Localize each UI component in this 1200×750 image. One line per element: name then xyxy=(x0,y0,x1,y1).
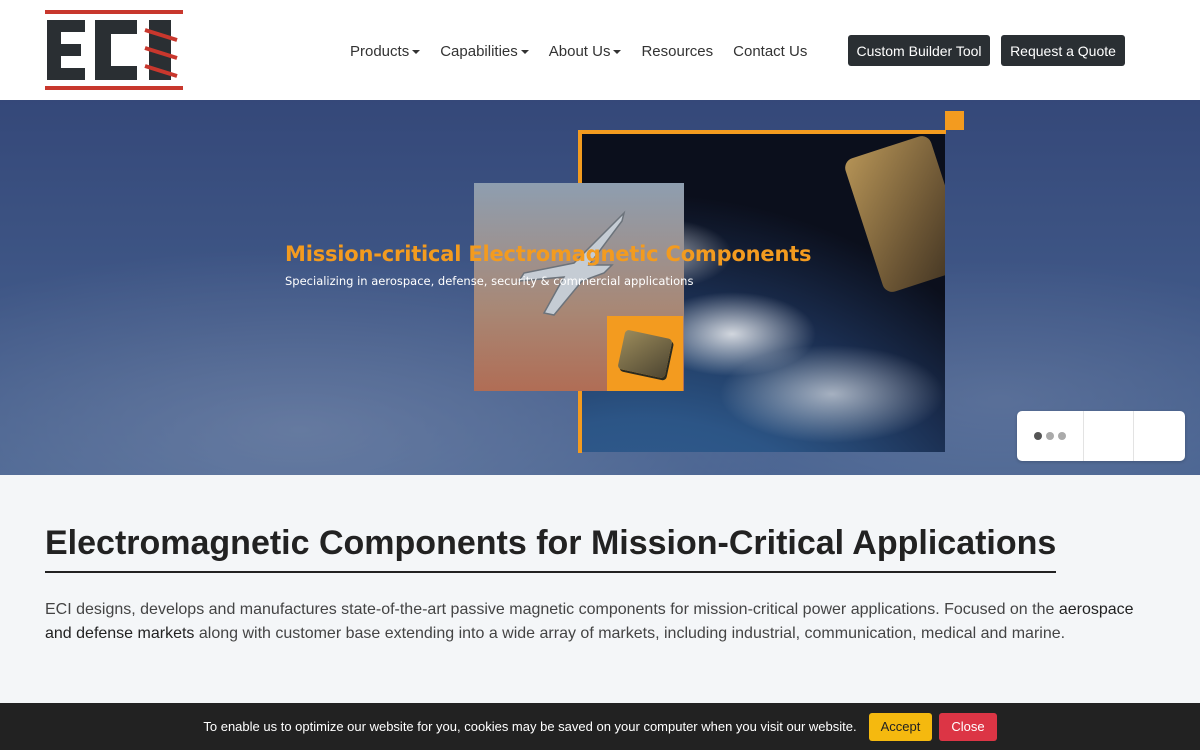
eci-logo[interactable] xyxy=(45,10,185,90)
caret-down-icon xyxy=(613,50,622,54)
custom-builder-button[interactable]: Custom Builder Tool xyxy=(848,35,990,66)
cookie-banner: To enable us to optimize our website for… xyxy=(0,703,1200,750)
slider-next-button[interactable] xyxy=(1134,411,1184,461)
cookie-close-button[interactable]: Close xyxy=(939,712,997,741)
hero-slider: Mission-critical Electromagnetic Compone… xyxy=(0,100,1200,475)
accent-square xyxy=(945,111,964,130)
site-header: Products Capabilities About Us Resources… xyxy=(0,0,1200,100)
slider-controls xyxy=(1017,411,1185,461)
slider-prev-button[interactable] xyxy=(1084,411,1134,461)
hero-subtitle: Specializing in aerospace, defense, secu… xyxy=(285,274,694,288)
nav-resources[interactable]: Resources xyxy=(641,43,713,60)
request-quote-button[interactable]: Request a Quote xyxy=(1001,35,1125,66)
slide-dot-3[interactable] xyxy=(1058,432,1066,440)
nav-products[interactable]: Products xyxy=(350,43,421,60)
caret-down-icon xyxy=(520,50,529,54)
cookie-accept-button[interactable]: Accept xyxy=(868,712,933,741)
slide-dot-1[interactable] xyxy=(1034,432,1042,440)
main-nav: Products Capabilities About Us Resources… xyxy=(340,36,817,66)
jet-icon xyxy=(517,210,626,316)
component-image-box xyxy=(607,316,683,391)
nav-contact-us[interactable]: Contact Us xyxy=(733,43,807,60)
cookie-message: To enable us to optimize our website for… xyxy=(203,719,857,734)
nav-about-us[interactable]: About Us xyxy=(549,43,622,60)
slide-dot-2[interactable] xyxy=(1046,432,1054,440)
intro-paragraph: ECI designs, develops and manufactures s… xyxy=(45,601,1134,642)
hero-title: Mission-critical Electromagnetic Compone… xyxy=(285,242,812,266)
section-title: Electromagnetic Components for Mission-C… xyxy=(45,524,1057,573)
slider-dots xyxy=(1017,411,1084,461)
caret-down-icon xyxy=(412,50,421,54)
nav-capabilities[interactable]: Capabilities xyxy=(440,43,529,60)
satellite-image xyxy=(842,134,945,295)
magnetic-component-image xyxy=(617,328,673,379)
